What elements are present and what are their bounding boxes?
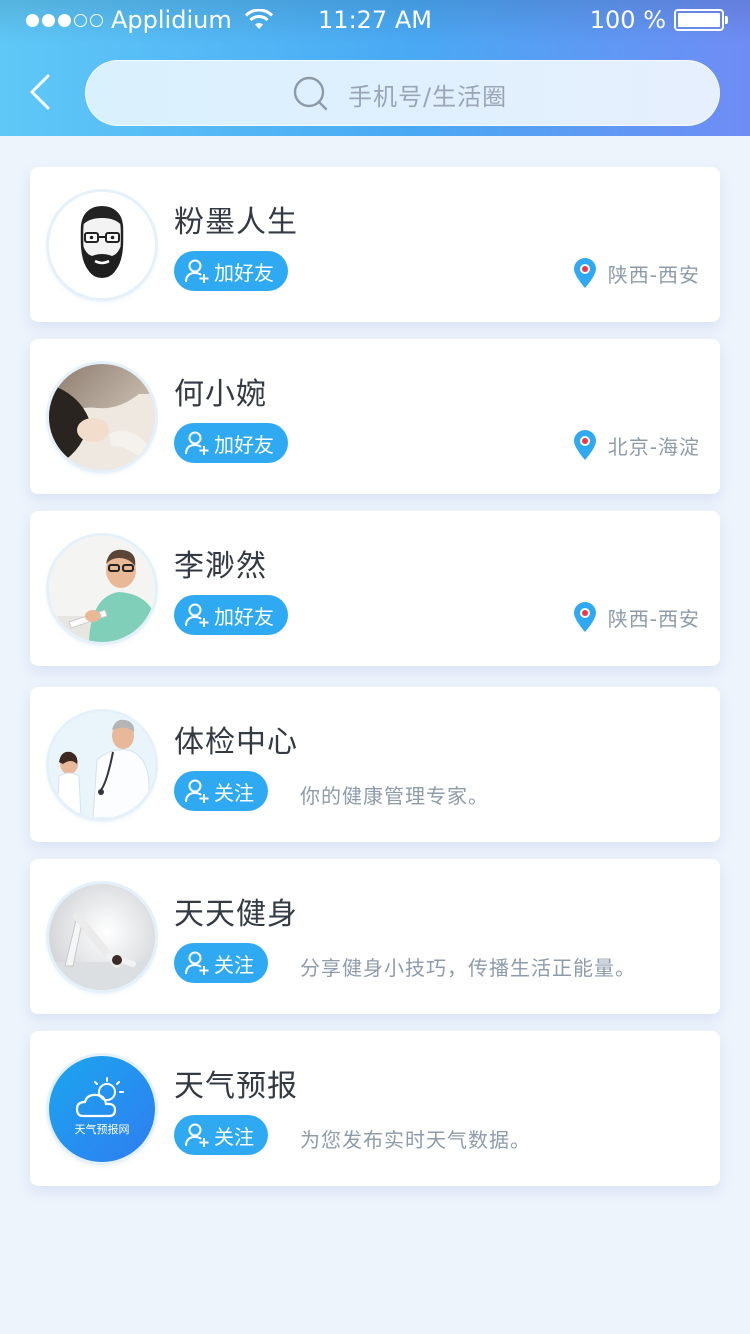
avatar[interactable] bbox=[49, 884, 155, 990]
person-add-icon bbox=[185, 603, 209, 627]
item-name: 李渺然 bbox=[174, 549, 267, 584]
location-pin-icon bbox=[573, 258, 596, 288]
list-item[interactable]: 何小婉 加好友 北京-海淀 bbox=[30, 339, 720, 494]
list-item[interactable]: 天天健身 关注 分享健身小技巧，传播生活正能量。 bbox=[30, 859, 720, 1014]
status-bar: Applidium 11:27 AM 100 % bbox=[0, 0, 750, 42]
yoga-photo-avatar bbox=[49, 884, 155, 990]
follow-button[interactable]: 关注 bbox=[174, 943, 268, 983]
back-button[interactable] bbox=[22, 70, 62, 114]
item-description: 分享健身小技巧，传播生活正能量。 bbox=[300, 956, 636, 980]
avatar[interactable] bbox=[49, 536, 155, 642]
add-friend-button[interactable]: 加好友 bbox=[174, 251, 288, 291]
add-friend-label: 加好友 bbox=[214, 260, 274, 285]
search-icon bbox=[293, 76, 328, 111]
list-item[interactable]: 李渺然 加好友 陕西-西安 bbox=[30, 511, 720, 666]
location-pin-icon bbox=[573, 430, 596, 460]
avatar[interactable]: 天气预报网 bbox=[49, 1056, 155, 1162]
item-name: 天天健身 bbox=[174, 897, 298, 932]
battery-icon bbox=[674, 9, 728, 31]
search-placeholder: 手机号/生活圈 bbox=[348, 83, 508, 111]
add-friend-button[interactable]: 加好友 bbox=[174, 595, 288, 635]
status-right: 100 % bbox=[589, 6, 728, 34]
avatar[interactable] bbox=[49, 192, 155, 298]
item-name: 体检中心 bbox=[174, 725, 298, 760]
item-name: 天气预报 bbox=[174, 1069, 298, 1104]
list-item[interactable]: 体检中心 关注 你的健康管理专家。 bbox=[30, 687, 720, 842]
avatar[interactable] bbox=[49, 364, 155, 470]
item-description: 为您发布实时天气数据。 bbox=[300, 1128, 531, 1152]
add-friend-label: 加好友 bbox=[214, 604, 274, 629]
header: Applidium 11:27 AM 100 % 手机号/生活圈 bbox=[0, 0, 750, 136]
follow-label: 关注 bbox=[214, 952, 254, 977]
follow-label: 关注 bbox=[214, 1124, 254, 1149]
add-friend-button[interactable]: 加好友 bbox=[174, 423, 288, 463]
avatar[interactable] bbox=[49, 712, 155, 818]
person-add-icon bbox=[185, 1123, 209, 1147]
battery-percent: 100 % bbox=[589, 6, 666, 34]
add-friend-label: 加好友 bbox=[214, 432, 274, 457]
follow-label: 关注 bbox=[214, 780, 254, 805]
location-label: 北京-海淀 bbox=[607, 434, 700, 459]
person-add-icon bbox=[185, 431, 209, 455]
location-label: 陕西-西安 bbox=[607, 262, 700, 287]
man-glasses-photo-avatar bbox=[49, 536, 155, 642]
weather-logo-text: 天气预报网 bbox=[75, 1122, 130, 1136]
woman-photo-avatar bbox=[49, 364, 155, 470]
follow-button[interactable]: 关注 bbox=[174, 771, 268, 811]
bearded-man-avatar-icon bbox=[49, 192, 155, 298]
person-add-icon bbox=[185, 779, 209, 803]
weather-logo-avatar: 天气预报网 bbox=[49, 1056, 155, 1162]
search-input[interactable]: 手机号/生活圈 bbox=[85, 60, 720, 126]
location: 陕西-西安 bbox=[572, 601, 700, 633]
doctor-photo-avatar bbox=[49, 712, 155, 818]
location-pin-icon bbox=[573, 602, 596, 632]
list-item[interactable]: 天气预报网 天气预报 关注 为您发布实时天气数据。 bbox=[30, 1031, 720, 1186]
item-description: 你的健康管理专家。 bbox=[300, 784, 489, 808]
item-name: 何小婉 bbox=[174, 377, 267, 412]
person-add-icon bbox=[185, 951, 209, 975]
item-name: 粉墨人生 bbox=[174, 205, 298, 240]
location: 北京-海淀 bbox=[572, 429, 700, 461]
location: 陕西-西安 bbox=[572, 257, 700, 289]
list-item[interactable]: 粉墨人生 加好友 陕西-西安 bbox=[30, 167, 720, 322]
follow-button[interactable]: 关注 bbox=[174, 1115, 268, 1155]
person-add-icon bbox=[185, 259, 209, 283]
location-label: 陕西-西安 bbox=[607, 606, 700, 631]
